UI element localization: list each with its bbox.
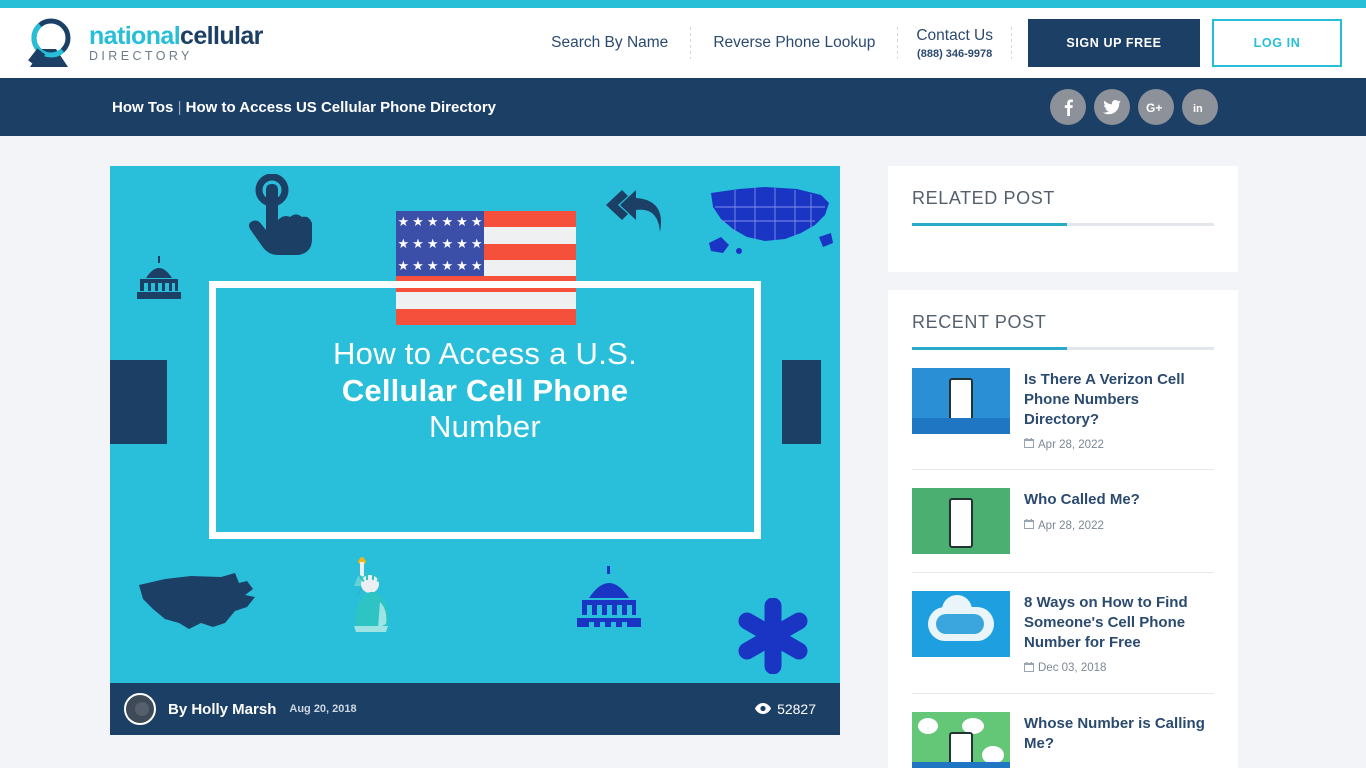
nav-item-contact-us[interactable]: Contact Us (888) 346-9978: [898, 27, 1011, 60]
decorative-block-left: [110, 360, 167, 444]
sidebar: RELATED POST RECENT POST Is There A Veri…: [888, 166, 1238, 768]
hero-title-line-3: Number: [428, 409, 542, 445]
contact-us-label: Contact Us: [916, 26, 993, 44]
view-counter: 52827: [755, 701, 816, 717]
section-underline: [912, 223, 1214, 226]
calendar-icon: [1024, 519, 1034, 532]
nav-divider: [1011, 27, 1012, 59]
section-underline: [912, 347, 1214, 350]
page-body: ★ ★ ★ ★ ★ ★ ★ ★ ★ ★ ★ ★ ★ ★ ★ ★ ★ ★ How …: [0, 136, 1366, 768]
statue-of-liberty-icon: [336, 546, 404, 637]
calendar-icon: [1024, 661, 1034, 675]
related-post-heading: RELATED POST: [912, 188, 1055, 208]
decorative-block-right: [782, 360, 821, 444]
article-card: ★ ★ ★ ★ ★ ★ ★ ★ ★ ★ ★ ★ ★ ★ ★ ★ ★ ★ How …: [110, 166, 840, 768]
asterisk-icon: [735, 597, 811, 679]
list-item[interactable]: 8 Ways on How to Find Someone's Cell Pho…: [912, 573, 1214, 694]
breadcrumb-category[interactable]: How Tos: [112, 99, 173, 116]
breadcrumb-bar: How Tos | How to Access US Cellular Phon…: [0, 78, 1366, 136]
site-header: nationalcellular DIRECTORY Search By Nam…: [0, 8, 1366, 78]
nav-item-search-by-name[interactable]: Search By Name: [529, 34, 690, 52]
top-accent-strip: [0, 0, 1366, 8]
post-title[interactable]: Is There A Verizon Cell Phone Numbers Di…: [1024, 370, 1214, 429]
logo-word-national: national: [89, 21, 181, 50]
recent-post-card: RECENT POST Is There A Verizon Cell Phon…: [888, 290, 1238, 768]
related-post-list: [912, 226, 1214, 254]
publish-date: Aug 20, 2018: [289, 703, 357, 715]
hero-title-line-1: How to Access a U.S.: [332, 336, 638, 371]
eye-icon: [755, 701, 772, 717]
social-share-links: G+ in: [1050, 89, 1344, 125]
capitol-dome-icon: [575, 566, 643, 633]
article-hero-image: ★ ★ ★ ★ ★ ★ ★ ★ ★ ★ ★ ★ ★ ★ ★ ★ ★ ★ How …: [110, 166, 840, 683]
post-date: Apr 28, 2022: [1024, 438, 1214, 451]
recent-post-heading: RECENT POST: [912, 312, 1047, 332]
post-title[interactable]: 8 Ways on How to Find Someone's Cell Pho…: [1024, 593, 1214, 652]
breadcrumb-title: How to Access US Cellular Phone Director…: [185, 98, 497, 116]
post-date: Apr 28, 2022: [1024, 519, 1140, 532]
contact-phone-number[interactable]: (888) 346-9978: [916, 48, 993, 60]
google-plus-icon[interactable]: G+: [1138, 89, 1174, 125]
capitol-icon: [134, 256, 184, 306]
site-logo[interactable]: nationalcellular DIRECTORY: [22, 17, 263, 69]
facebook-icon[interactable]: [1050, 89, 1086, 125]
post-date: Dec 03, 2018: [1024, 661, 1214, 675]
svg-text:in: in: [1193, 103, 1203, 114]
logo-tagline: DIRECTORY: [89, 48, 193, 63]
main-navigation: Search By Name Reverse Phone Lookup Cont…: [529, 19, 1342, 67]
us-map-states-icon: [705, 181, 835, 266]
avatar: [124, 693, 156, 725]
svg-text:G+: G+: [1146, 101, 1162, 114]
pointing-hand-icon: [236, 173, 332, 263]
post-date-text: Apr 28, 2022: [1038, 438, 1104, 451]
post-title[interactable]: Who Called Me?: [1024, 490, 1140, 510]
hero-title-line-2: Cellular Cell Phone: [341, 372, 629, 408]
list-item[interactable]: Is There A Verizon Cell Phone Numbers Di…: [912, 350, 1214, 471]
sign-up-free-button[interactable]: SIGN UP FREE: [1028, 19, 1200, 67]
post-thumbnail: [912, 591, 1010, 658]
hero-title: How to Access a U.S. Cellular Cell Phone…: [209, 336, 761, 446]
reply-arrow-icon: [606, 186, 672, 241]
list-item[interactable]: Who Called Me? Apr 28, 2022: [912, 470, 1214, 574]
post-thumbnail: [912, 368, 1010, 434]
post-thumbnail: [912, 711, 1010, 768]
post-date-text: Apr 28, 2022: [1038, 519, 1104, 532]
calendar-icon: [1024, 438, 1034, 451]
list-item[interactable]: Whose Number is Calling Me?: [912, 694, 1214, 768]
view-count: 52827: [777, 701, 816, 717]
breadcrumb-separator: |: [177, 98, 182, 116]
article-author-bar: By Holly Marsh Aug 20, 2018 52827: [110, 683, 840, 735]
linkedin-icon[interactable]: in: [1182, 89, 1218, 125]
related-post-card: RELATED POST: [888, 166, 1238, 272]
post-date-text: Dec 03, 2018: [1038, 662, 1107, 675]
magnifier-logo-icon: [22, 17, 80, 69]
nav-item-reverse-phone-lookup[interactable]: Reverse Phone Lookup: [691, 34, 897, 52]
breadcrumb: How Tos | How to Access US Cellular Phon…: [112, 99, 496, 116]
post-title[interactable]: Whose Number is Calling Me?: [1024, 714, 1214, 754]
log-in-button[interactable]: LOG IN: [1212, 19, 1342, 67]
us-map-silhouette-icon: [135, 571, 265, 646]
logo-word-cellular: cellular: [180, 21, 263, 50]
post-thumbnail: [912, 488, 1010, 555]
author-name[interactable]: By Holly Marsh: [168, 701, 276, 718]
twitter-icon[interactable]: [1094, 89, 1130, 125]
